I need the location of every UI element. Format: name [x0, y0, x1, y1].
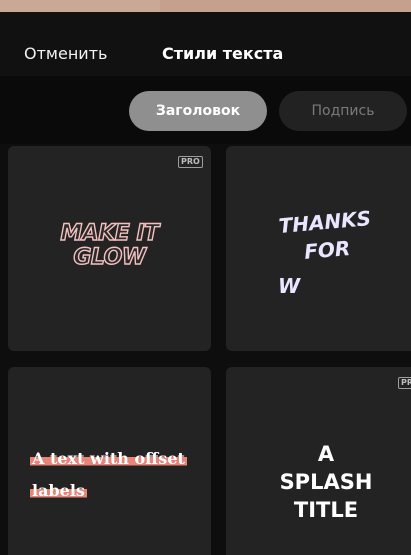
- preview-line: SPLASH: [279, 470, 373, 494]
- style-preview-text: MAKE IT GLOW: [8, 221, 211, 270]
- cancel-button[interactable]: Отменить: [24, 44, 107, 63]
- style-card-make-it-glow[interactable]: PRO MAKE IT GLOW: [8, 146, 211, 351]
- style-preview-text: THANKS FOR: [226, 199, 411, 272]
- style-preview-text: A text with offset labels: [30, 443, 210, 507]
- preview-line: A: [317, 442, 335, 466]
- background-strip: [0, 0, 160, 12]
- preview-line: labels: [30, 481, 87, 500]
- preview-line: A text with offset: [30, 449, 187, 468]
- style-card-offset-labels[interactable]: A text with offset labels: [8, 367, 211, 555]
- top-bar: Отменить Стили текста: [0, 12, 411, 76]
- style-card-splash-title[interactable]: PRO A SPLASH TITLE: [226, 367, 411, 555]
- style-preview-text: A SPLASH TITLE: [226, 440, 411, 524]
- pro-badge: PRO: [178, 156, 203, 168]
- preview-line: GLOW: [73, 245, 147, 270]
- page-title: Стили текста: [162, 44, 284, 63]
- text-styles-screen: Отменить Стили текста Заголовок Подпись …: [0, 12, 411, 555]
- style-card-thanks-for[interactable]: THANKS FOR W: [226, 146, 411, 351]
- style-category-tabs: Заголовок Подпись: [0, 76, 411, 144]
- preview-line: W: [278, 274, 301, 298]
- tab-caption[interactable]: Подпись: [279, 91, 407, 131]
- tab-heading[interactable]: Заголовок: [129, 91, 267, 131]
- preview-line: TITLE: [293, 498, 359, 522]
- preview-line: MAKE IT: [60, 221, 160, 246]
- pro-badge: PRO: [398, 377, 411, 389]
